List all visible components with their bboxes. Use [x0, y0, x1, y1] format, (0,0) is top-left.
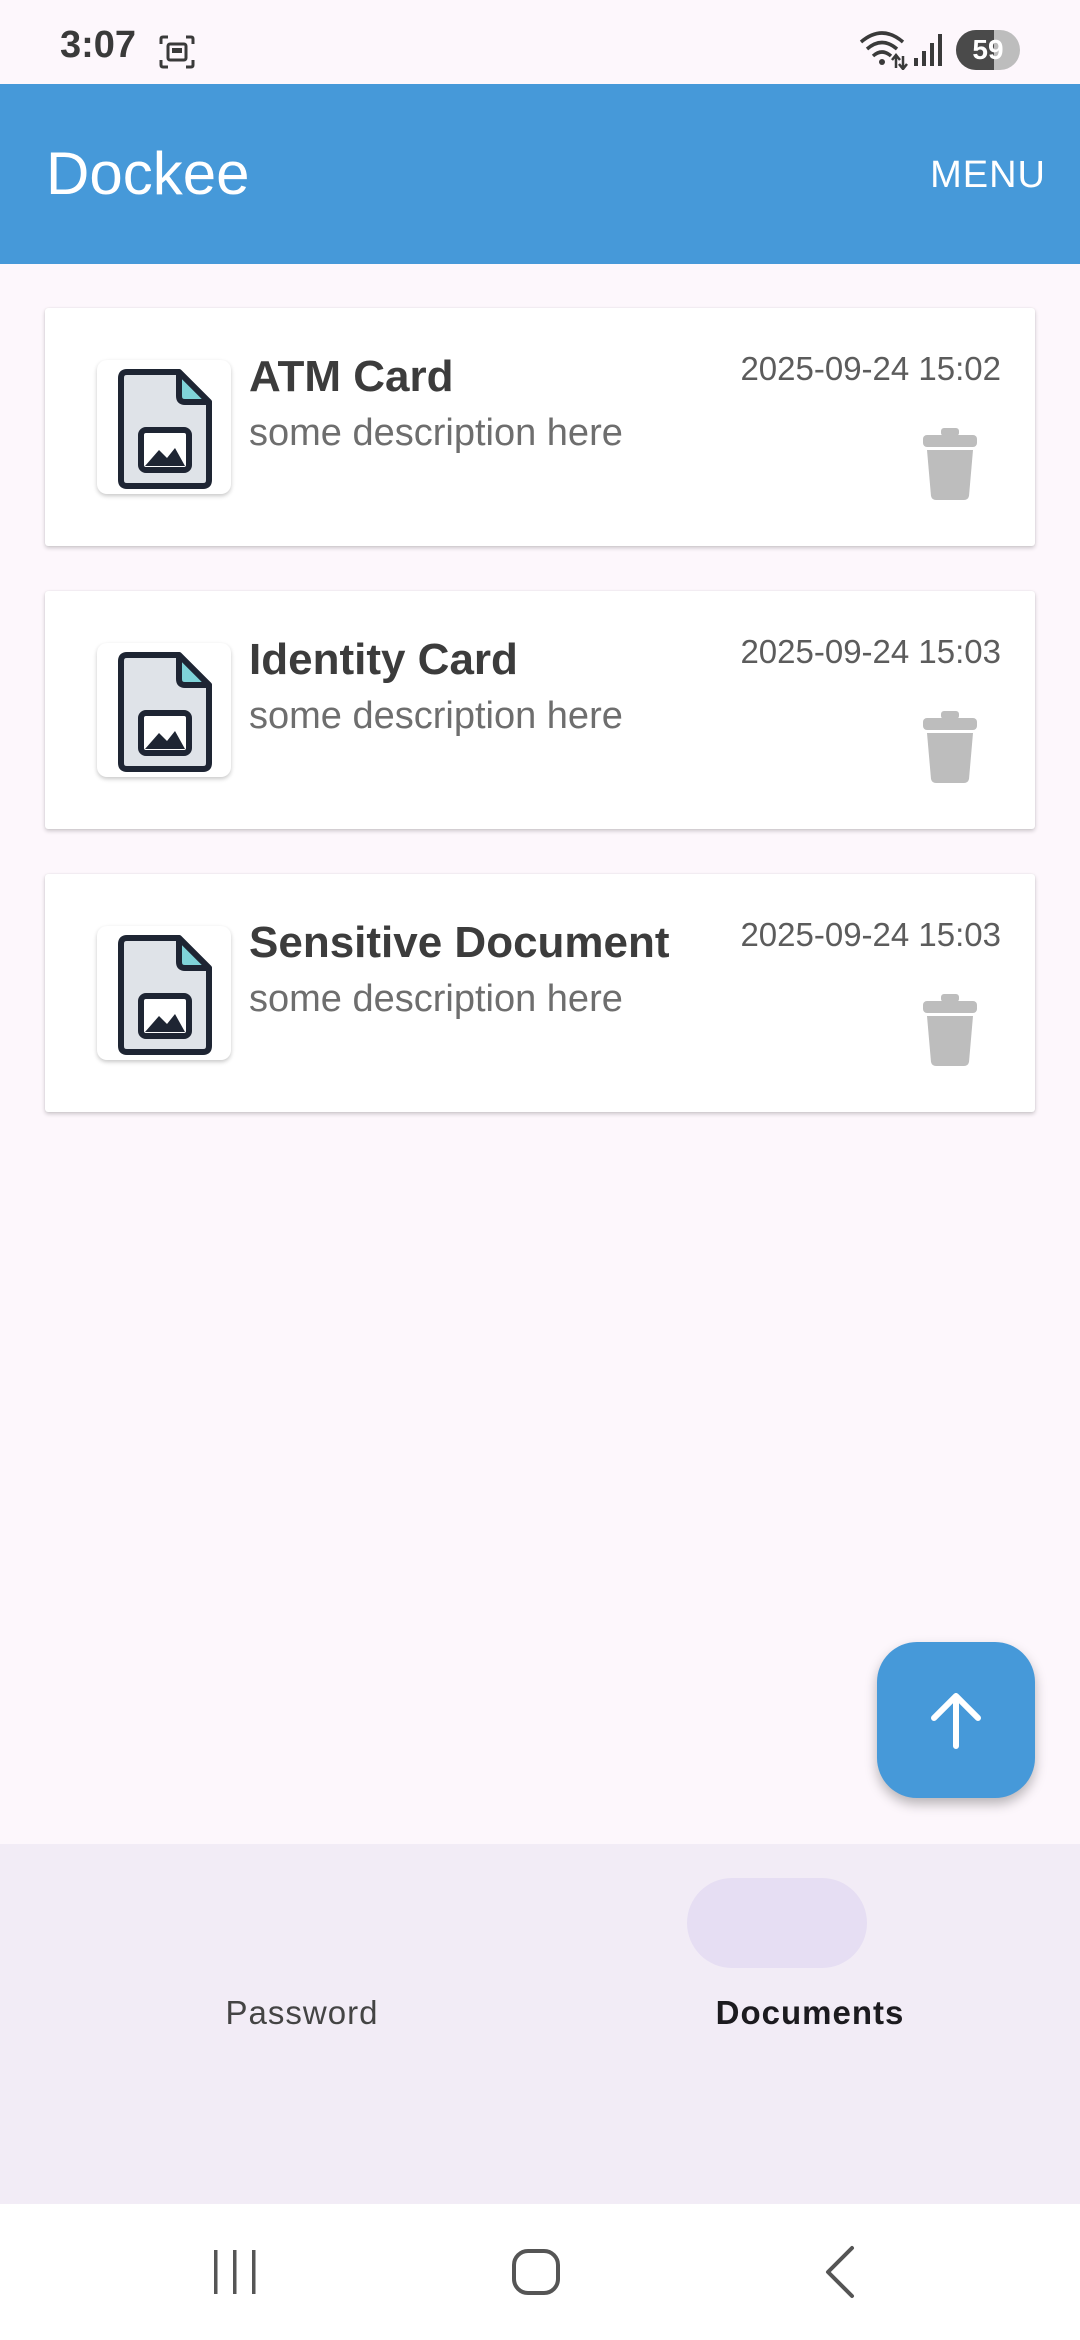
document-thumbnail [97, 360, 231, 494]
recent-apps-button[interactable] [210, 2244, 260, 2300]
home-button[interactable] [510, 2244, 562, 2300]
document-thumbnail [97, 643, 231, 777]
battery-level: 59 [972, 34, 1004, 65]
delete-button[interactable] [921, 992, 979, 1068]
back-icon [826, 2246, 854, 2298]
recent-apps-icon [214, 2250, 256, 2294]
screenshot-icon [159, 35, 195, 69]
document-thumbnail [97, 926, 231, 1060]
trash-icon [923, 428, 977, 500]
document-title: ATM Card [249, 352, 454, 401]
delete-button[interactable] [921, 426, 979, 502]
image-file-icon [118, 652, 212, 772]
document-title: Sensitive Document [249, 918, 670, 967]
document-list: ATM Card some description here 2025-09-2… [45, 308, 1035, 1157]
status-bar: 3:07 59 [0, 0, 1080, 84]
signal-icon [914, 34, 942, 66]
nav-item-documents[interactable]: Documents [540, 1844, 1080, 2204]
nav-label-password: Password [225, 1994, 379, 2031]
upload-fab-button[interactable] [877, 1642, 1035, 1798]
document-date: 2025-09-24 15:03 [740, 633, 1001, 670]
battery-icon: 59 [956, 30, 1020, 70]
bottom-navigation: Password Documents [0, 1844, 1080, 2204]
image-file-icon [118, 369, 212, 489]
document-date: 2025-09-24 15:03 [740, 916, 1001, 953]
screen: 3:07 59 Dockee MENU ATM Card some descri… [0, 0, 1080, 2340]
home-icon [512, 2249, 560, 2295]
system-navigation-bar [0, 2204, 1080, 2340]
document-description: some description here [249, 412, 623, 454]
app-title: Dockee [46, 140, 250, 207]
document-title: Identity Card [249, 635, 518, 684]
nav-item-password[interactable]: Password [32, 1844, 572, 2204]
trash-icon [923, 994, 977, 1066]
nav-active-indicator [687, 1878, 867, 1968]
back-button[interactable] [818, 2244, 862, 2300]
arrow-up-icon [931, 1693, 981, 1749]
trash-icon [923, 711, 977, 783]
status-time: 3:07 [60, 24, 137, 66]
document-description: some description here [249, 695, 623, 737]
app-bar: Dockee MENU [0, 84, 1080, 264]
document-card[interactable]: ATM Card some description here 2025-09-2… [45, 308, 1035, 546]
document-card[interactable]: Identity Card some description here 2025… [45, 591, 1035, 829]
document-card[interactable]: Sensitive Document some description here… [45, 874, 1035, 1112]
document-description: some description here [249, 978, 623, 1020]
menu-button[interactable]: MENU [930, 154, 1046, 197]
nav-label-documents: Documents [715, 1994, 905, 2031]
wifi-icon [859, 31, 908, 70]
delete-button[interactable] [921, 709, 979, 785]
image-file-icon [118, 935, 212, 1055]
document-date: 2025-09-24 15:02 [740, 350, 1001, 387]
